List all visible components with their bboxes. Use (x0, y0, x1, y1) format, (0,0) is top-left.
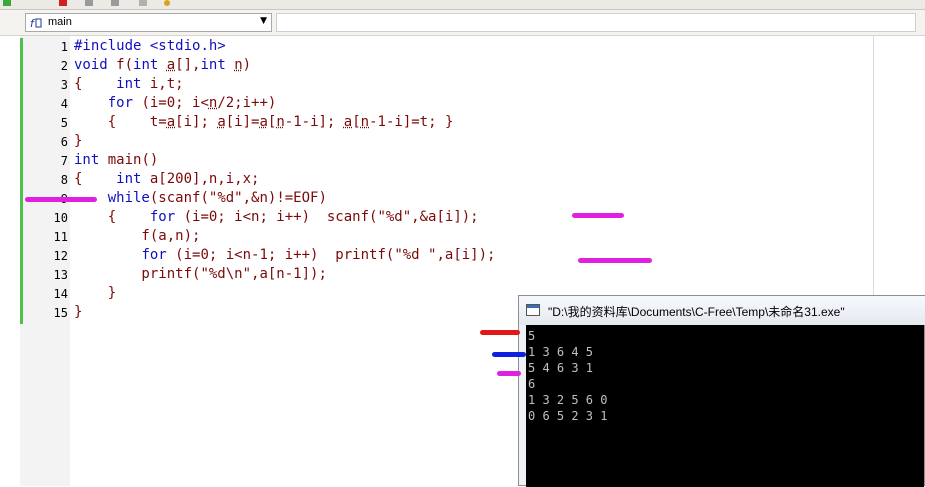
blue-annotation-mark (492, 352, 526, 357)
red-annotation-mark (480, 330, 520, 335)
function-select[interactable]: f main ▼ (25, 13, 272, 32)
chevron-down-icon[interactable]: ▼ (260, 16, 267, 26)
console-window-icon (526, 304, 540, 316)
code-line: } (74, 304, 83, 320)
code-line: } (74, 133, 83, 149)
line-number: 4 (60, 97, 68, 111)
line-number: 5 (60, 116, 68, 130)
line-number: 1 (60, 40, 68, 54)
line-number: 11 (53, 230, 68, 244)
console-line: 1 3 2 5 6 0 (528, 393, 608, 407)
line-number: 12 (53, 249, 68, 263)
toolbar-tool-icon[interactable] (138, 0, 148, 7)
magenta-annotation-mark (572, 213, 624, 218)
line-number: 10 (53, 211, 68, 225)
stop-icon[interactable] (58, 0, 68, 7)
console-line: 5 4 6 3 1 (528, 361, 594, 375)
code-line: f(a,n); (74, 228, 201, 244)
console-line: 0 6 5 2 3 1 (528, 409, 608, 423)
toolbar-tool-icon[interactable] (110, 0, 120, 7)
line-number: 13 (53, 268, 68, 282)
function-icon: f (30, 17, 42, 29)
line-number: 7 (60, 154, 68, 168)
code-line: } (74, 285, 117, 301)
code-line: { int a[200],n,i,x; (74, 171, 260, 187)
code-line: { int i,t; (74, 76, 184, 92)
line-number: 3 (60, 78, 68, 92)
magenta-annotation-mark (25, 197, 97, 202)
code-line: while(scanf("%d",&n)!=EOF) (107, 190, 327, 206)
toolbar (0, 0, 925, 10)
console-title: "D:\我的资料库\Documents\C-Free\Temp\未命名31.ex… (548, 305, 845, 319)
magenta-annotation-mark (497, 371, 521, 376)
console-window[interactable]: "D:\我的资料库\Documents\C-Free\Temp\未命名31.ex… (518, 295, 925, 487)
magenta-annotation-mark (578, 258, 652, 263)
code-line: int main() (74, 152, 159, 168)
svg-text:f: f (30, 17, 36, 29)
line-number: 14 (53, 287, 68, 301)
console-line: 5 (528, 329, 536, 343)
code-line: #include <stdio.h> (74, 38, 226, 54)
modified-lines-bar (20, 38, 23, 324)
code-line: { t=a[i]; a[i]=a[n-1-i]; a[n-1-i]=t; } (74, 114, 454, 130)
line-number: 2 (60, 59, 68, 73)
line-number: 8 (60, 173, 68, 187)
code-line: for (i=0; i<n-1; i++) printf("%d ",a[i])… (141, 247, 496, 263)
member-select[interactable] (276, 13, 916, 32)
console-line: 6 (528, 377, 536, 391)
console-output: 5 1 3 6 4 5 5 4 6 3 1 6 1 3 2 5 6 0 0 6 … (526, 325, 924, 487)
code-line: { for (i=0; i<n; i++) scanf("%d",&a[i]); (74, 209, 479, 225)
toolbar-dropdown-icon[interactable] (162, 0, 172, 7)
toolbar-tool-icon[interactable] (84, 0, 94, 7)
console-line: 1 3 6 4 5 (528, 345, 594, 359)
function-bar: f main ▼ (0, 10, 925, 36)
code-line: for (i=0; i<n/2;i++) (107, 95, 277, 111)
code-line: void f(int a[],int n) (74, 57, 252, 73)
code-line: printf("%d\n",a[n-1]); (74, 266, 327, 282)
line-number: 6 (60, 135, 68, 149)
line-number: 15 (53, 306, 68, 320)
function-select-value: main (48, 16, 72, 28)
console-title-bar[interactable]: "D:\我的资料库\Documents\C-Free\Temp\未命名31.ex… (519, 296, 925, 325)
run-icon[interactable] (2, 0, 12, 7)
